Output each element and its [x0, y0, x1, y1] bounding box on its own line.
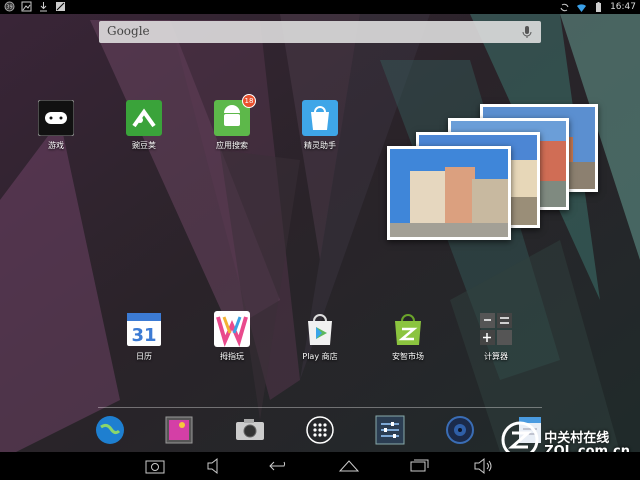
back-icon[interactable]: [268, 457, 290, 475]
svg-text:31: 31: [131, 325, 156, 346]
shopping-bag-icon: [302, 100, 338, 136]
svg-text:39: 39: [6, 5, 12, 11]
app-label: 精灵助手: [304, 141, 336, 150]
photo-gallery-widget[interactable]: [385, 100, 605, 240]
wallpaper: [0, 0, 640, 480]
browser-icon[interactable]: [93, 413, 127, 447]
no-sim-icon: [56, 2, 65, 11]
gamepad-icon: [37, 99, 75, 137]
camera-icon[interactable]: [233, 413, 267, 447]
notification-badge-icon: 39: [4, 1, 15, 12]
clock: 16:47: [610, 2, 636, 12]
system-status[interactable]: 16:47: [559, 0, 636, 14]
app-jingling[interactable]: 精灵助手: [280, 100, 360, 151]
photo-card: [387, 146, 511, 240]
home-icon[interactable]: [338, 457, 360, 475]
navigation-bar: [0, 452, 640, 480]
app-wandoujia[interactable]: 豌豆荚: [104, 100, 184, 151]
settings-icon[interactable]: [373, 413, 407, 447]
search-label: Google: [107, 24, 150, 38]
app-anzhi-market[interactable]: 安智市场: [368, 311, 448, 362]
notification-area[interactable]: 39: [4, 1, 66, 12]
app-label: 豌豆荚: [132, 141, 156, 150]
app-calendar[interactable]: 31 日历: [104, 311, 184, 362]
app-calculator[interactable]: 计算器: [456, 311, 536, 362]
app-games[interactable]: 游戏: [16, 99, 96, 151]
anzhi-icon: [390, 311, 426, 347]
app-label: 应用搜索: [216, 141, 248, 150]
calendar-icon: 31: [126, 311, 162, 347]
sync-icon: [560, 3, 569, 11]
screenshot-icon[interactable]: [144, 457, 166, 475]
w-logo-icon: [214, 311, 250, 347]
app-label: Play 商店: [302, 352, 338, 361]
app-label: 拇指玩: [220, 352, 244, 361]
dock-divider: [98, 407, 542, 408]
volume-up-icon[interactable]: [472, 457, 494, 475]
app-label: 安智市场: [392, 352, 424, 361]
download-icon: [40, 2, 47, 12]
app-label: 日历: [136, 352, 152, 361]
app-app-search[interactable]: 18 应用搜索: [192, 94, 272, 151]
music-icon[interactable]: [443, 413, 477, 447]
app-label: 游戏: [48, 141, 64, 150]
gallery-icon[interactable]: [162, 413, 196, 447]
app-play-store[interactable]: Play 商店: [280, 311, 360, 362]
app-label: 计算器: [484, 352, 508, 361]
battery-icon: [596, 1, 602, 12]
play-store-icon: [302, 311, 338, 347]
recents-icon[interactable]: [408, 457, 430, 475]
calculator-icon: [478, 311, 514, 347]
app-muzhiwan[interactable]: 拇指玩: [192, 311, 272, 362]
app-drawer-icon[interactable]: [303, 413, 337, 447]
wifi-icon: [577, 3, 587, 12]
image-icon: [21, 1, 32, 12]
google-search-bar[interactable]: Google: [99, 21, 541, 43]
volume-down-icon[interactable]: [205, 457, 227, 475]
status-bar: 39 16:47: [0, 0, 640, 14]
android-icon: 18: [214, 94, 256, 136]
wandoujia-icon: [126, 100, 162, 136]
notification-badge: 18: [242, 94, 256, 108]
mic-icon[interactable]: [519, 24, 535, 40]
